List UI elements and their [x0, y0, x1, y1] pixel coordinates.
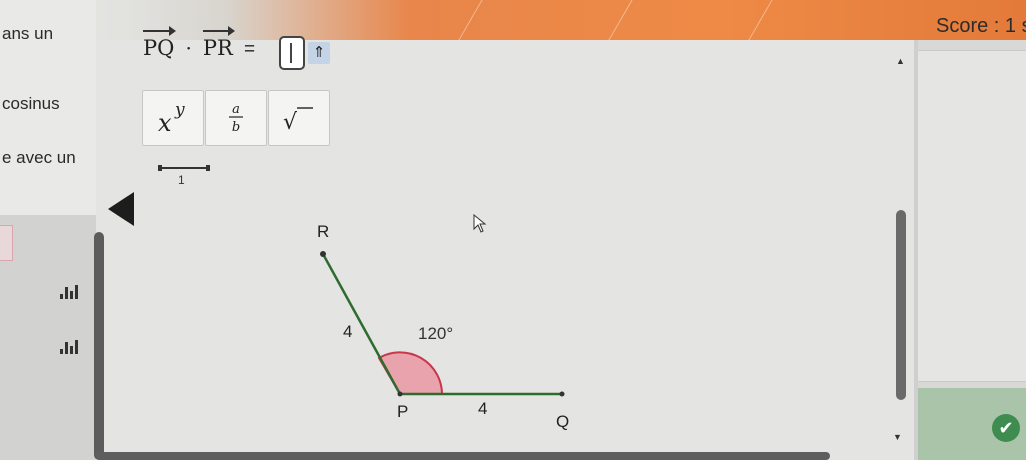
left-lower-area: [0, 215, 96, 460]
equals-sign: =: [243, 39, 256, 60]
scale-bar: [158, 165, 210, 171]
right-scrollbar[interactable]: [896, 210, 906, 400]
length-pq-label: 4: [478, 399, 488, 418]
banner-decoration: [608, 0, 633, 40]
power-base: x: [158, 109, 172, 137]
color-swatch: [0, 225, 13, 261]
vector-pr: PR: [202, 26, 235, 60]
sqrt-key[interactable]: √: [268, 90, 330, 146]
text-caret: [290, 43, 292, 63]
label-r: R: [317, 222, 330, 241]
triangle-up-icon[interactable]: ▲: [896, 56, 905, 66]
bar-chart-icon[interactable]: [60, 285, 78, 299]
point-p: [397, 391, 403, 397]
power-exponent: y: [174, 100, 185, 120]
collapse-left-icon[interactable]: [108, 192, 134, 226]
fraction-key[interactable]: a b: [205, 90, 267, 146]
point-r: [320, 251, 326, 257]
left-text-line: cosinus: [2, 94, 60, 113]
point-q: [559, 391, 565, 397]
shift-button[interactable]: ⇑: [308, 42, 330, 64]
power-key[interactable]: x y: [142, 90, 204, 146]
left-text-line: e avec un: [2, 148, 76, 167]
horizontal-scrollbar[interactable]: [96, 452, 830, 460]
left-panel: ans un cosinus e avec un: [0, 0, 96, 460]
triangle-down-icon[interactable]: ▼: [893, 432, 902, 442]
vector-pq: PQ: [143, 26, 177, 60]
left-scrollbar[interactable]: [94, 232, 104, 460]
fraction-denominator: b: [232, 120, 240, 135]
banner-decoration: [748, 0, 773, 40]
sqrt-symbol: √: [283, 110, 298, 135]
equation: PQ · PR =: [143, 26, 261, 70]
label-p: P: [397, 402, 409, 421]
left-text-line: ans un: [2, 24, 54, 43]
right-panel: [918, 50, 1026, 382]
vector-pr-label: PR: [202, 36, 233, 60]
length-pr-label: 4: [343, 322, 353, 341]
label-q: Q: [556, 412, 570, 431]
dot-operator: ·: [185, 36, 192, 60]
scale-label: 1: [178, 173, 185, 187]
mouse-pointer-icon: [473, 214, 487, 233]
segment-pr: [321, 253, 402, 395]
vector-pq-label: PQ: [143, 36, 175, 60]
answer-input[interactable]: [279, 36, 305, 70]
score-label: Score : 1 s: [936, 15, 1026, 37]
angle-label: 120°: [418, 324, 454, 343]
check-icon[interactable]: ✔: [992, 414, 1020, 442]
bar-chart-icon[interactable]: [60, 340, 78, 354]
banner-decoration: [458, 0, 483, 40]
fraction-numerator: a: [232, 102, 240, 117]
